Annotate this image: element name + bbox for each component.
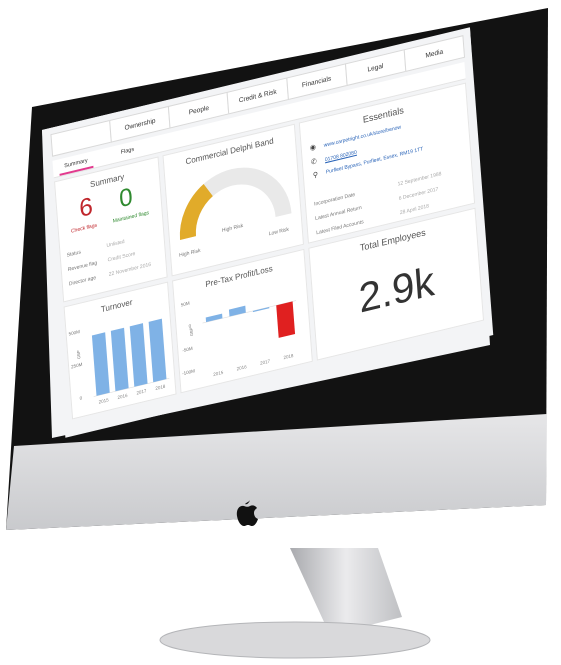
phone-link[interactable]: 01708 802080 — [325, 150, 357, 164]
essentials-row-value: 6 December 2017 — [398, 186, 439, 202]
turnover-panel: Turnover 2015 2016 2017 2018 500M 250M 0 GB… — [63, 281, 177, 420]
gauge-fill — [179, 183, 214, 240]
row-label: Director age — [68, 274, 97, 288]
row-value: Credit Score — [107, 250, 136, 264]
row-label: Revenue flag — [67, 259, 98, 274]
y-axis-label: GBP — [188, 326, 195, 337]
bar-2016 — [110, 327, 129, 392]
essentials-row-label: Incorporation Date — [313, 191, 356, 208]
globe-icon: ◉ — [309, 143, 317, 153]
bar-2017 — [129, 323, 148, 387]
essentials-row-label: Latest Annual Return — [314, 204, 362, 223]
tab-flags[interactable]: Flags — [120, 144, 135, 160]
location-pin-icon: ⚲ — [312, 171, 319, 180]
count-b-label: Maintained flags — [112, 209, 150, 225]
x-tick-label: 2018 — [155, 384, 166, 391]
count-b: 0 — [118, 182, 134, 214]
count-a-label: Check flags — [70, 222, 98, 235]
employees-value: 2.9k — [357, 258, 436, 322]
row-value: 22 November 2016 — [108, 261, 152, 278]
x-tick-label: 2015 — [213, 370, 224, 377]
essentials-row-label: Latest Filed Accounts — [316, 218, 364, 237]
row-label: Status — [66, 249, 82, 259]
x-tick-label: 2016 — [117, 393, 128, 400]
phone-icon: ✆ — [310, 158, 318, 167]
bar-2018 — [148, 318, 167, 383]
bar-2015 — [205, 313, 223, 323]
x-tick-label: 2016 — [237, 364, 248, 371]
x-tick-label: 2017 — [260, 358, 271, 365]
y-tick: 0 — [79, 395, 83, 401]
bar-2017 — [252, 307, 270, 313]
summary-panel: Summary 6 0 Check flags Maintained flags… — [54, 156, 168, 303]
bar-2015 — [91, 332, 110, 396]
x-tick-label: 2017 — [136, 388, 147, 395]
x-tick-label: 2018 — [283, 353, 294, 360]
bar-2018 — [276, 301, 296, 338]
y-axis-label: GBP — [75, 349, 82, 360]
count-a: 6 — [78, 192, 94, 224]
essentials-row-value: 28 April 2018 — [399, 203, 430, 217]
row-value: Unlisted — [106, 238, 125, 250]
x-tick-label: 2015 — [98, 397, 109, 404]
essentials-row-value: 12 September 1988 — [397, 170, 442, 188]
